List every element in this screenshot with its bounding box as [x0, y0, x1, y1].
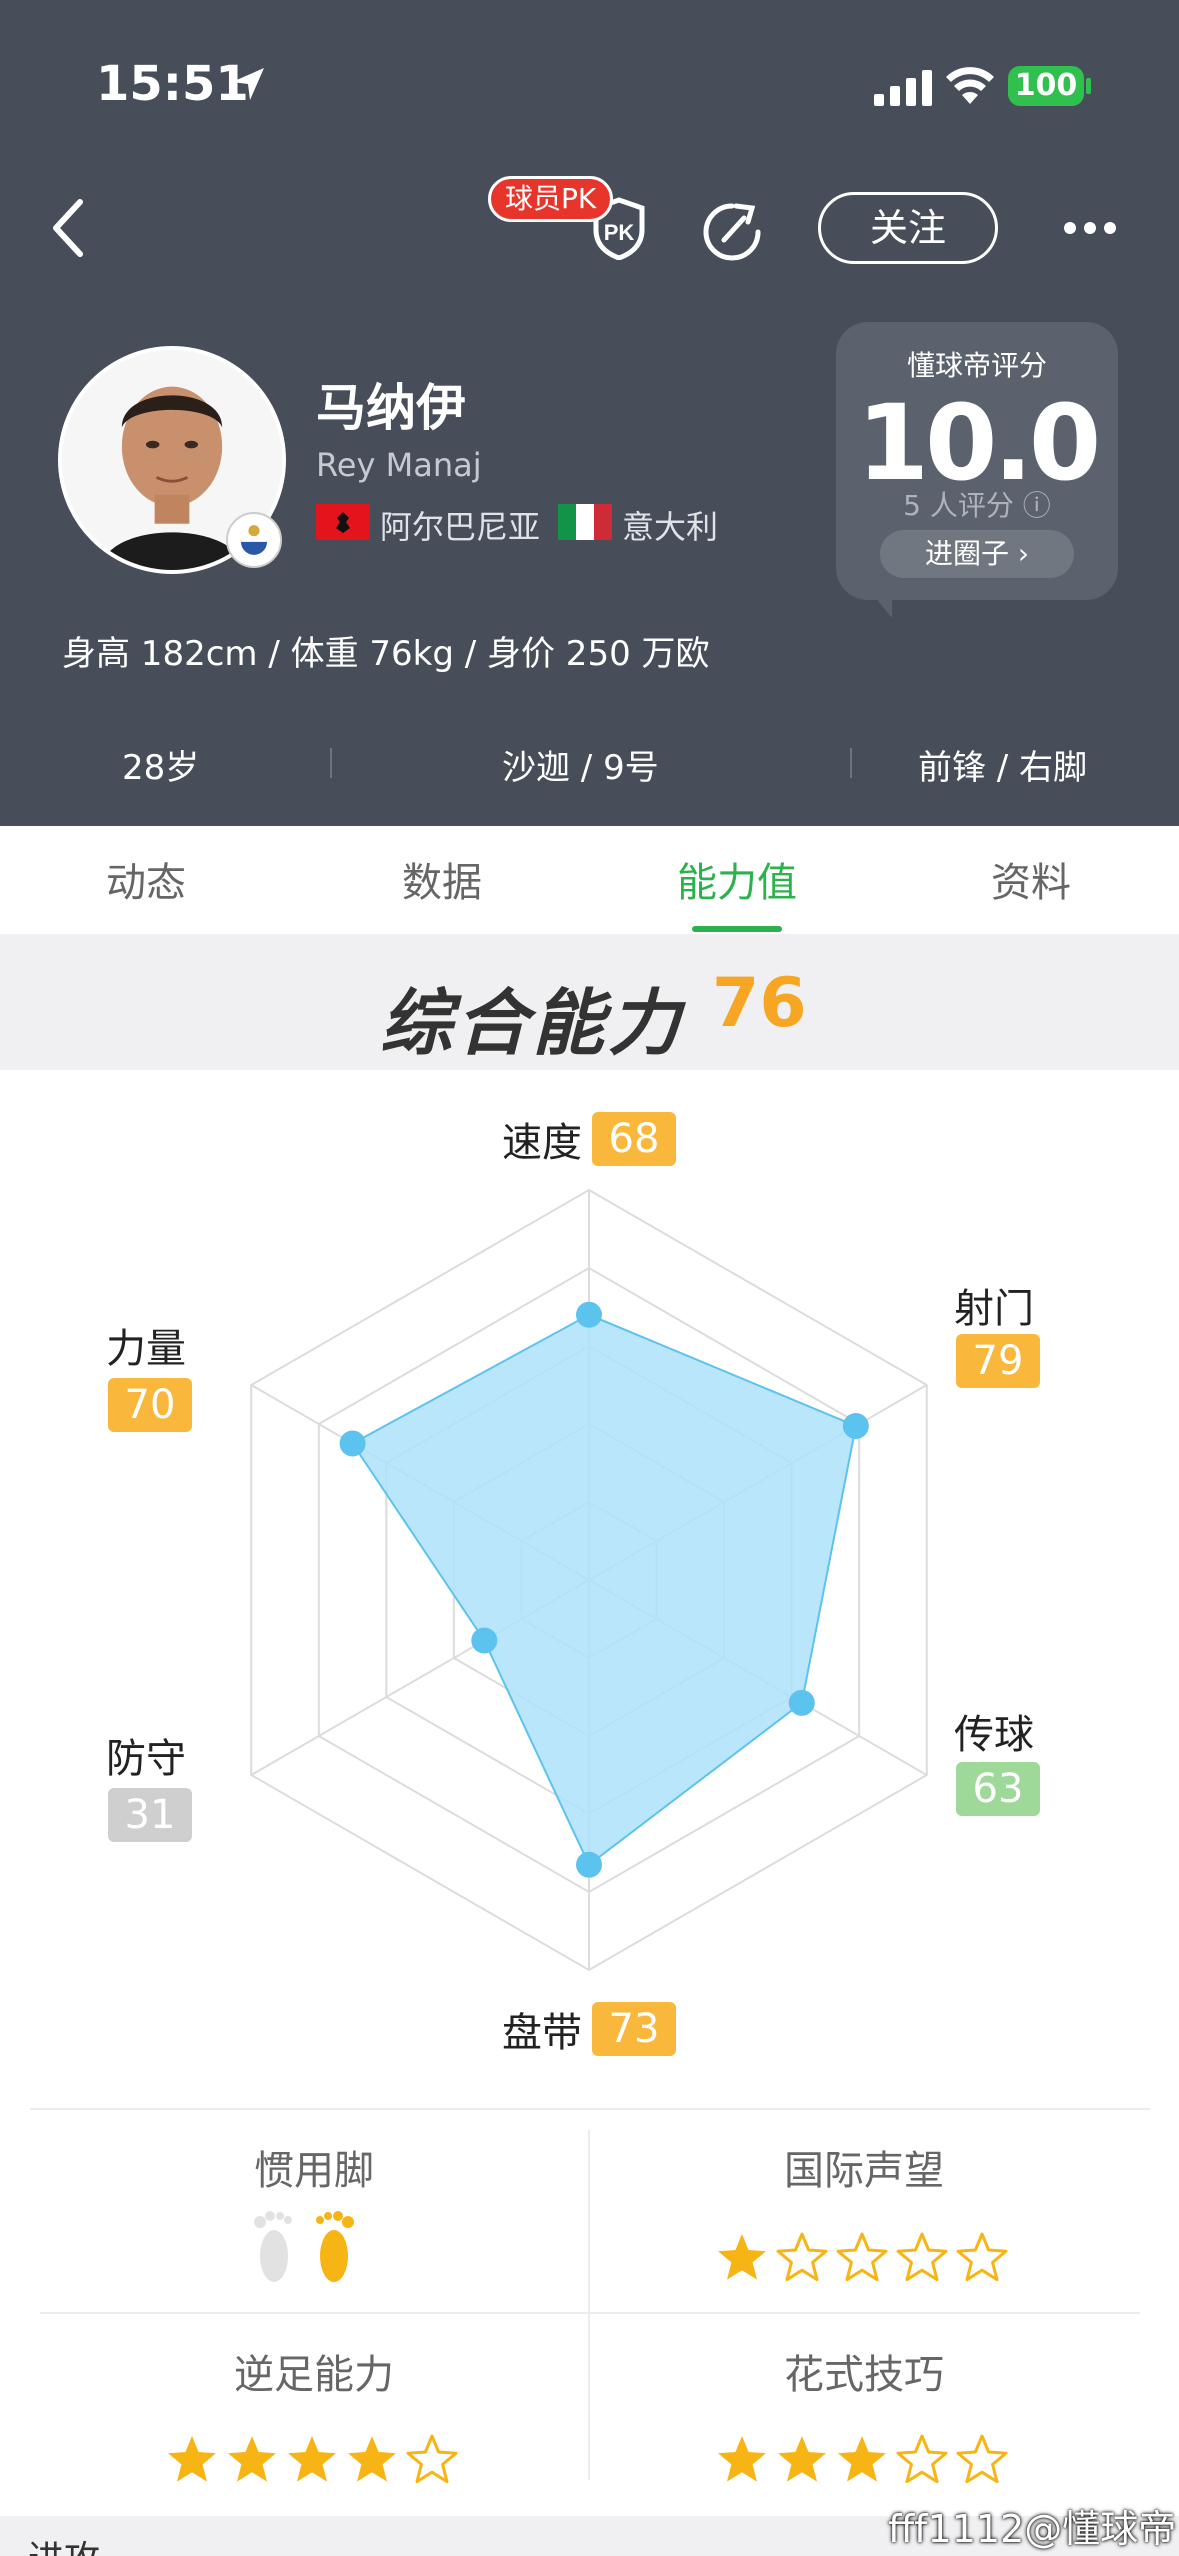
radar-axis-label: 盘带	[502, 2010, 582, 2056]
next-section-title: 进攻	[28, 2530, 100, 2556]
star-empty-icon	[406, 2434, 458, 2484]
fan-rating-card[interactable]: 懂球帝评分 10.0 5 人评分 ⓘ 进圈子 ›	[836, 322, 1118, 600]
physical-stats: 身高 182cm / 体重 76kg / 身价 250 万欧	[62, 634, 710, 674]
more-options-icon[interactable]	[1062, 218, 1118, 238]
meta-divider	[850, 748, 852, 778]
meta-divider	[330, 748, 332, 778]
rating-label: 懂球帝评分	[906, 349, 1047, 382]
player-meta-row: 28岁 沙迦 / 9号 前锋 / 右脚	[0, 740, 1179, 790]
rating-count: 5 人评分 ⓘ	[903, 489, 1051, 522]
star-empty-icon	[896, 2232, 948, 2282]
star-empty-icon	[896, 2434, 948, 2484]
ability-radar-chart: 速度 68 射门 79 传球 63 盘带 73 防守 31 力量 70	[0, 1070, 1179, 2090]
traits-middle-divider	[40, 2312, 1140, 2314]
radar-axis-label: 防守	[106, 1736, 186, 1782]
tab-ability[interactable]: 能力值	[637, 850, 837, 908]
join-circle-button[interactable]: 进圈子 ›	[880, 530, 1074, 578]
player-pk-badge[interactable]: 球员PK	[488, 176, 614, 222]
radar-value-badge: 70	[108, 1378, 192, 1432]
nationality-primary: 阿尔巴尼亚	[380, 508, 541, 546]
pk-icon-text: PK	[604, 220, 635, 245]
active-tab-indicator	[692, 926, 782, 932]
overall-title: 综合能力	[380, 981, 685, 1065]
italy-flag-icon	[558, 504, 612, 540]
star-filled-icon	[288, 2436, 336, 2482]
radar-value-badge: 63	[956, 1762, 1040, 1816]
traits-top-divider	[30, 2108, 1150, 2110]
weak-foot-stars	[164, 2432, 460, 2488]
player-position-foot: 前锋 / 右脚	[918, 748, 1088, 788]
share-icon[interactable]	[700, 200, 764, 264]
wifi-icon	[946, 67, 994, 104]
overall-value: 76	[712, 964, 807, 1043]
battery-indicator: 100	[1008, 66, 1084, 106]
star-filled-icon	[228, 2436, 276, 2482]
player-age: 28岁	[122, 748, 200, 788]
left-foot-icon	[254, 2211, 292, 2282]
albania-flag-icon	[316, 504, 370, 540]
star-filled-icon	[348, 2436, 396, 2482]
right-foot-icon	[316, 2211, 354, 2282]
star-empty-icon	[956, 2434, 1008, 2484]
status-time: 15:51	[96, 56, 249, 112]
player-club-number[interactable]: 沙迦 / 9号	[502, 740, 659, 789]
battery-nub	[1086, 78, 1091, 94]
radar-data-point	[576, 1301, 602, 1328]
radar-axis-label: 力量	[106, 1326, 186, 1372]
follow-button[interactable]: 关注	[818, 192, 998, 264]
radar-value-badge: 68	[592, 1112, 676, 1166]
club-badge-icon	[226, 512, 282, 568]
profile-tabs: 动态 数据 能力值 资料	[0, 826, 1179, 934]
weak-foot-label: 逆足能力	[234, 2352, 394, 2398]
nationality-secondary: 意大利	[622, 508, 719, 546]
reputation-label: 国际声望	[784, 2148, 944, 2194]
radar-axis-label: 传球	[954, 1712, 1034, 1758]
radar-data-point	[339, 1430, 366, 1457]
star-filled-icon	[168, 2436, 216, 2482]
radar-data-point	[788, 1689, 815, 1716]
radar-svg	[250, 1188, 928, 1972]
watermark: fff1112@懂球帝	[888, 2507, 1177, 2551]
tab-data[interactable]: 数据	[342, 850, 542, 908]
star-filled-icon	[838, 2436, 886, 2482]
star-filled-icon	[718, 2436, 766, 2482]
rating-bubble-tail	[874, 596, 892, 618]
traits-center-divider	[588, 2130, 590, 2480]
star-filled-icon	[778, 2436, 826, 2482]
star-empty-icon	[836, 2232, 888, 2282]
radar-value-badge: 73	[592, 2002, 676, 2056]
preferred-foot-label: 惯用脚	[254, 2148, 374, 2194]
reputation-stars	[714, 2230, 1010, 2286]
back-button[interactable]	[48, 196, 88, 260]
player-name-cn: 马纳伊	[316, 379, 466, 437]
player-name-en: Rey Manaj	[316, 446, 482, 484]
tab-profile[interactable]: 资料	[931, 850, 1131, 908]
tab-dynamics[interactable]: 动态	[46, 850, 246, 908]
radar-data-point	[842, 1412, 869, 1439]
skill-moves-label: 花式技巧	[784, 2352, 944, 2398]
star-filled-icon	[718, 2234, 766, 2280]
radar-data-point	[471, 1627, 498, 1654]
radar-axis-label: 射门	[954, 1286, 1034, 1332]
skill-moves-stars	[714, 2432, 1010, 2488]
star-empty-icon	[956, 2232, 1008, 2282]
player-header: 15:51 100 球员PK PK 关注 马纳伊 Rey Manaj 阿尔巴尼亚…	[0, 0, 1179, 826]
radar-value-badge: 31	[108, 1788, 192, 1842]
star-empty-icon	[776, 2232, 828, 2282]
info-icon[interactable]: ⓘ	[1023, 489, 1051, 522]
cellular-signal-icon	[874, 70, 932, 106]
radar-value-badge: 79	[956, 1334, 1040, 1388]
overall-rating-band: 综合能力 76	[0, 934, 1179, 1070]
radar-axis-label: 速度	[502, 1120, 582, 1166]
radar-data-point	[576, 1851, 602, 1878]
location-arrow-icon	[232, 68, 264, 100]
preferred-foot-indicator	[248, 2208, 360, 2288]
